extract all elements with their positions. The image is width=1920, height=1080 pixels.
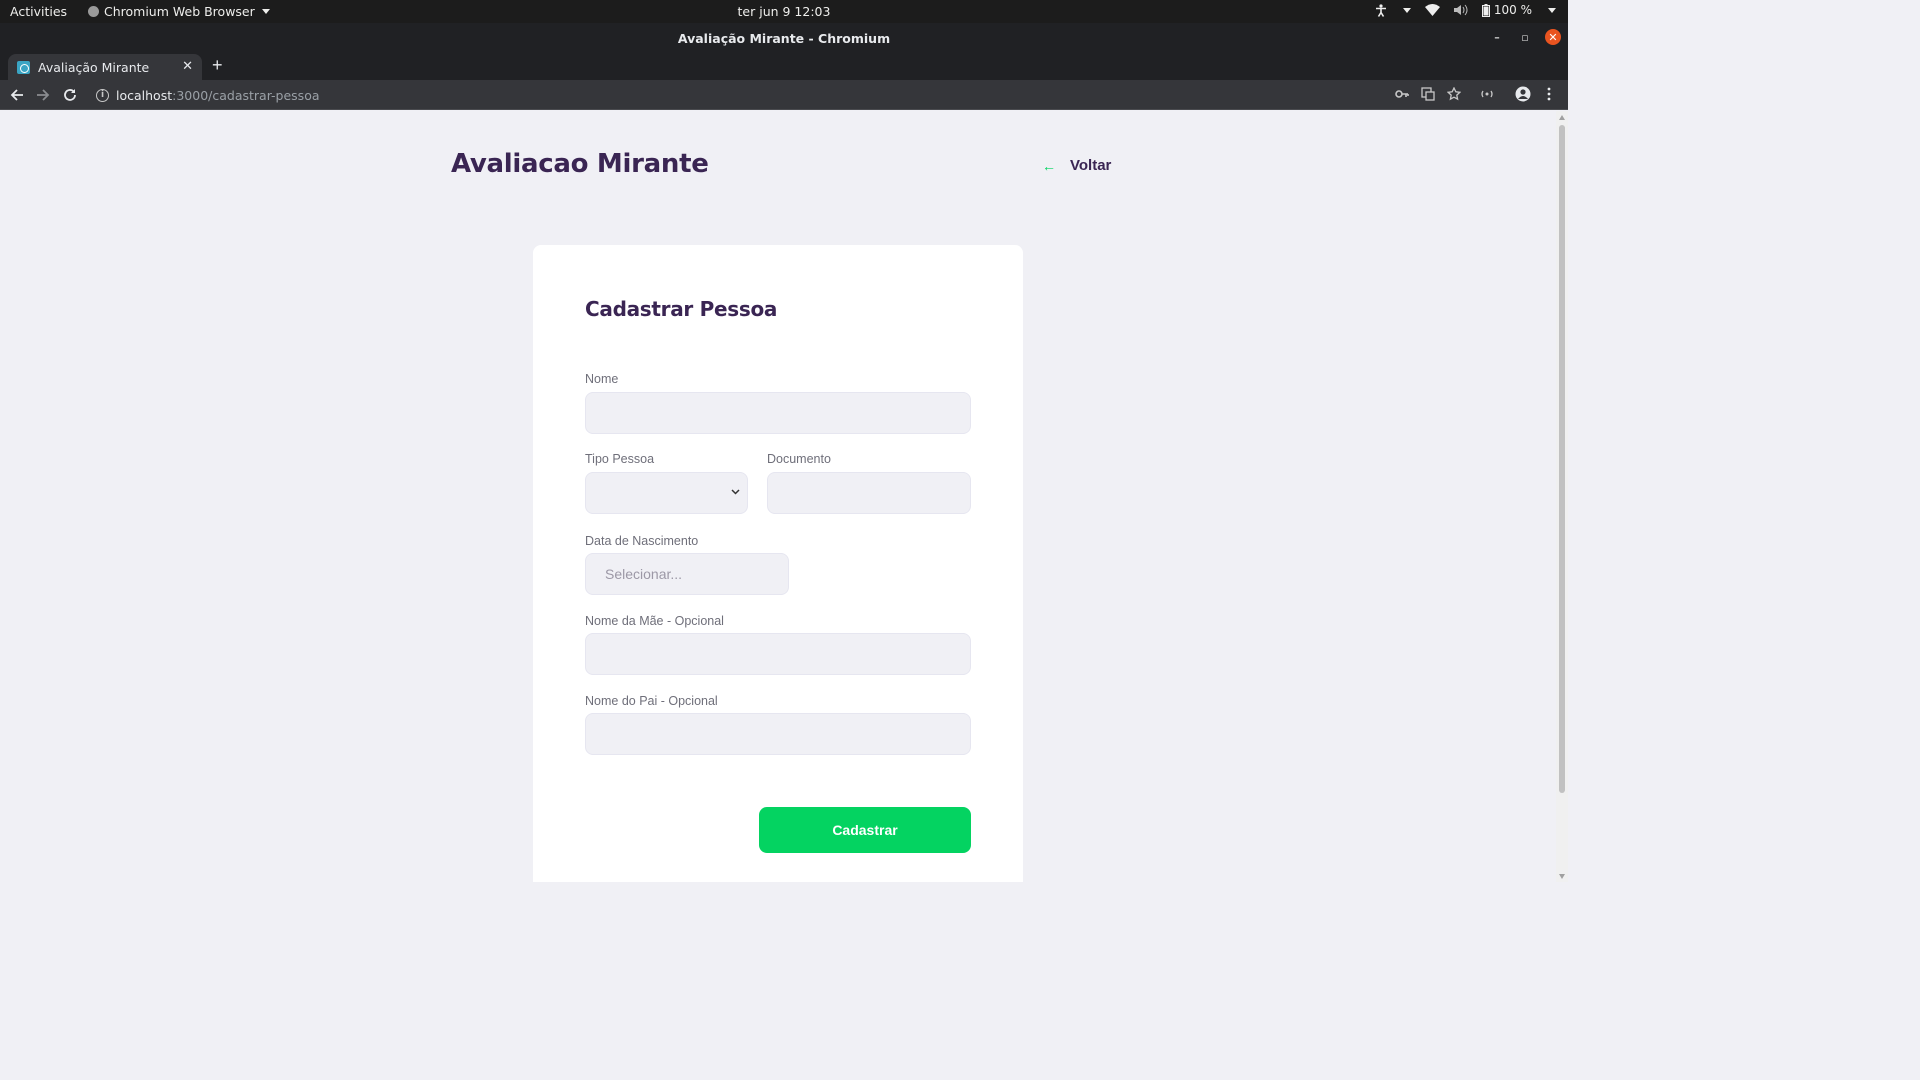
accessibility-icon[interactable] (1375, 3, 1387, 17)
back-link[interactable]: ← Voltar (1042, 157, 1111, 174)
chevron-down-icon (261, 9, 270, 14)
nome-label: Nome (585, 372, 619, 386)
site-info-icon[interactable]: i (96, 88, 109, 102)
cadastrar-button[interactable]: Cadastrar (759, 807, 971, 853)
chevron-down-icon (1402, 7, 1411, 13)
system-top-bar: Activities Chromium Web Browser ter jun … (0, 0, 1568, 23)
chevron-down-icon (731, 489, 740, 495)
arrow-left-icon: ← (1042, 157, 1056, 174)
tab-label: Avaliação Mirante (38, 59, 150, 75)
volume-icon (1453, 4, 1468, 16)
minimize-button[interactable]: – (1489, 29, 1505, 45)
wifi-icon (1424, 4, 1440, 16)
chromium-icon (88, 6, 99, 17)
cadastro-form: Cadastrar Pessoa Nome Tipo Pessoa Docume… (533, 245, 1023, 882)
close-window-button[interactable]: ✕ (1545, 29, 1561, 45)
nome-input[interactable] (585, 392, 971, 434)
form-title: Cadastrar Pessoa (585, 297, 778, 321)
tab-strip: Avaliação Mirante ✕ + (0, 52, 1568, 80)
nome-pai-label: Nome do Pai - Opcional (585, 694, 718, 708)
back-link-label: Voltar (1070, 157, 1112, 174)
browser-toolbar: i localhost:3000/cadastrar-pessoa (0, 80, 1568, 110)
page-scrollbar[interactable] (1556, 111, 1568, 882)
documento-label: Documento (767, 452, 831, 466)
nome-mae-label: Nome da Mãe - Opcional (585, 614, 724, 628)
chevron-down-icon (1548, 7, 1556, 13)
window-title-bar: Avaliação Mirante - Chromium – ▫ ✕ (0, 23, 1568, 52)
system-tray[interactable]: 100 % (1375, 3, 1556, 17)
data-nascimento-picker[interactable]: Selecionar... (585, 553, 789, 595)
tipo-pessoa-select[interactable] (585, 472, 748, 514)
close-tab-icon[interactable]: ✕ (182, 59, 193, 74)
url-host: localhost (116, 87, 173, 103)
key-icon[interactable] (1395, 87, 1409, 106)
address-bar[interactable]: i localhost:3000/cadastrar-pessoa (88, 83, 1508, 107)
maximize-button[interactable]: ▫ (1517, 29, 1533, 45)
cast-icon[interactable] (1480, 87, 1494, 106)
profile-avatar-icon[interactable] (1515, 86, 1531, 107)
battery-indicator: 100 % (1481, 3, 1532, 17)
bookmark-star-icon[interactable] (1446, 86, 1462, 106)
nome-mae-input[interactable] (585, 633, 971, 675)
window-title: Avaliação Mirante - Chromium (677, 31, 891, 46)
battery-percent: 100 % (1493, 3, 1532, 17)
tab-avaliacao-mirante[interactable]: Avaliação Mirante ✕ (8, 54, 202, 80)
page-viewport: Avaliacao Mirante ← Voltar Cadastrar Pes… (0, 111, 1556, 882)
new-tab-button[interactable]: + (212, 56, 223, 74)
tipo-pessoa-label: Tipo Pessoa (585, 452, 655, 466)
url-path: :3000/cadastrar-pessoa (172, 87, 320, 103)
reload-button[interactable] (62, 87, 78, 103)
forward-nav-button[interactable] (35, 87, 51, 103)
scrollbar-thumb[interactable] (1559, 125, 1565, 793)
menu-kebab-icon[interactable] (1546, 87, 1552, 106)
data-nascimento-label: Data de Nascimento (585, 534, 699, 548)
activities-button[interactable]: Activities (10, 4, 67, 19)
react-favicon-icon (17, 60, 30, 74)
scroll-up-arrow-icon[interactable] (1559, 115, 1565, 120)
app-title: Avaliacao Mirante (451, 149, 709, 179)
back-nav-button[interactable] (9, 87, 25, 103)
app-menu[interactable]: Chromium Web Browser (88, 4, 270, 19)
app-menu-label: Chromium Web Browser (104, 4, 255, 19)
nome-pai-input[interactable] (585, 713, 971, 755)
scroll-down-arrow-icon[interactable] (1559, 874, 1565, 879)
battery-icon (1481, 3, 1490, 17)
documento-input[interactable] (767, 472, 971, 514)
translate-icon[interactable] (1421, 87, 1435, 106)
